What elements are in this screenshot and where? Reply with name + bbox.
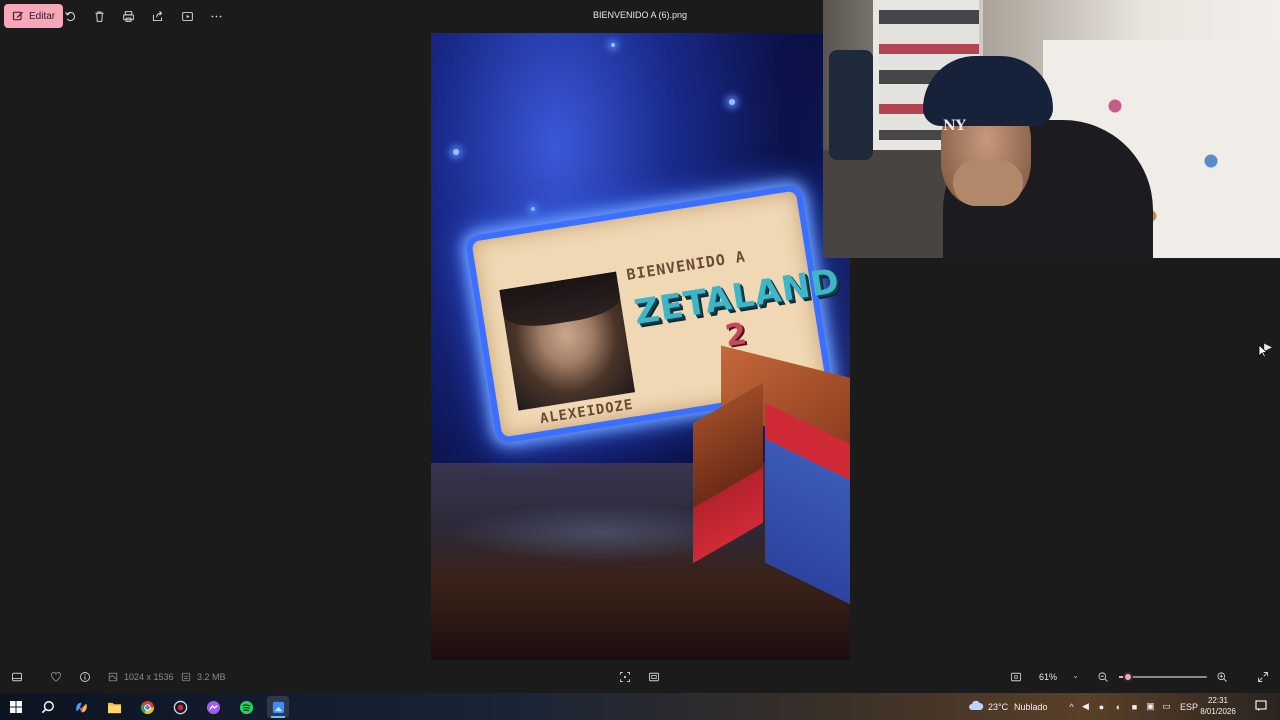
image-dimensions: 1024 x 1536	[124, 672, 174, 682]
more-options-button[interactable]	[206, 6, 226, 26]
fullscreen-button[interactable]	[1256, 670, 1270, 684]
info-icon	[80, 672, 90, 682]
taskbar-file-explorer[interactable]	[103, 696, 125, 718]
network-icon[interactable]: ▭	[1161, 701, 1172, 712]
volume-icon[interactable]: ◀	[1080, 701, 1091, 712]
tray-app-icon[interactable]: ●	[1096, 701, 1107, 712]
webcam-cap	[923, 56, 1053, 126]
tray-app-icon[interactable]: ■	[1129, 701, 1140, 712]
favorite-button[interactable]	[49, 670, 63, 684]
file-title: BIENVENIDO A (6).png	[592, 10, 688, 20]
zoom-level-dropdown[interactable]: 61% ⌄	[1033, 667, 1085, 687]
weather-temp[interactable]: 23°C	[988, 702, 1008, 712]
slideshow-icon	[181, 11, 193, 21]
webcam-bin	[829, 50, 873, 160]
taskbar-messenger[interactable]	[202, 696, 224, 718]
actual-size-icon	[1011, 672, 1021, 682]
webcam-overlay: NY	[823, 0, 1280, 258]
folder-icon	[107, 702, 121, 713]
status-bar: 1024 x 1536 3.2 MB 61% ⌄	[0, 661, 1280, 693]
image-spark	[729, 99, 735, 105]
rotate-button[interactable]	[60, 6, 80, 26]
displayed-image[interactable]: BIENVENIDO A ZETALAND 2 ALEXEIDOZE	[431, 33, 850, 660]
zoom-level: 61%	[1039, 672, 1058, 682]
zoom-slider-thumb[interactable]	[1122, 672, 1133, 682]
tray-app-icon[interactable]: ◐	[1113, 701, 1124, 712]
start-button[interactable]	[5, 696, 27, 718]
weather-condition[interactable]: Nublado	[1014, 702, 1048, 712]
slideshow-button[interactable]	[177, 6, 197, 26]
heart-icon	[51, 672, 61, 682]
trash-icon	[94, 11, 104, 22]
zoom-in-icon	[1217, 672, 1227, 682]
filmstrip-toggle[interactable]	[10, 670, 24, 684]
zoom-in-button[interactable]	[1215, 670, 1229, 684]
edit-icon	[12, 11, 23, 21]
circle-app-icon	[173, 700, 187, 714]
fit-to-window-button[interactable]	[618, 670, 632, 684]
search-button[interactable]	[37, 696, 59, 718]
clock-date: 8/01/2026	[1200, 707, 1236, 716]
clock-time: 22:31	[1207, 696, 1229, 705]
actual-size-button[interactable]	[1009, 670, 1023, 684]
chrome-icon	[140, 700, 154, 714]
image-spark	[531, 207, 535, 211]
chevron-down-icon: ⌄	[1072, 671, 1079, 680]
zoom-out-button[interactable]	[1096, 670, 1110, 684]
system-clock[interactable]: 22:31 8/01/2026	[1196, 695, 1240, 717]
zoom-slider[interactable]	[1119, 672, 1207, 682]
notification-icon	[1254, 699, 1267, 711]
delete-button[interactable]	[89, 6, 109, 26]
taskbar-spotify[interactable]	[235, 696, 257, 718]
edit-button[interactable]: Editar	[4, 4, 64, 28]
file-size-icon	[179, 670, 193, 684]
image-spark	[453, 149, 459, 155]
dimensions-icon	[106, 670, 120, 684]
filmstrip-icon	[12, 672, 22, 682]
webcam-cap-logo: NY	[943, 118, 966, 134]
notification-center[interactable]	[1254, 699, 1267, 712]
windows-taskbar: 23°C Nublado ^ ◀ ● ◐ ■ ▣ ▭ ESP 22:31 8/0…	[0, 693, 1280, 720]
minecraft-block	[693, 345, 850, 612]
photos-icon	[272, 701, 284, 713]
info-button[interactable]	[78, 670, 92, 684]
webcam-hand	[953, 160, 1023, 206]
crop-view-icon	[649, 672, 659, 682]
more-dots-icon	[211, 15, 221, 17]
crop-view-button[interactable]	[647, 670, 661, 684]
card-photo	[499, 271, 636, 411]
fit-window-icon	[620, 672, 630, 682]
taskbar-photos[interactable]	[267, 696, 289, 718]
taskbar-copilot[interactable]	[70, 696, 92, 718]
expand-icon	[1258, 672, 1268, 682]
chevron-up-icon[interactable]: ^	[1066, 701, 1077, 712]
rotate-icon	[64, 11, 75, 21]
spotify-icon	[239, 700, 253, 714]
share-icon	[152, 10, 162, 21]
cloud-icon	[969, 700, 984, 710]
taskbar-app[interactable]	[169, 696, 191, 718]
copilot-icon	[75, 702, 87, 712]
windows-logo-icon	[10, 701, 22, 713]
image-spark	[611, 43, 615, 47]
taskbar-chrome[interactable]	[136, 696, 158, 718]
print-button[interactable]	[118, 6, 138, 26]
tray-app-icon[interactable]: ▣	[1145, 701, 1156, 712]
mouse-cursor-icon	[1258, 344, 1268, 358]
messenger-icon	[206, 700, 220, 714]
edit-button-label: Editar	[29, 10, 56, 22]
share-button[interactable]	[147, 6, 167, 26]
zoom-out-icon	[1098, 672, 1108, 682]
printer-icon	[122, 10, 134, 22]
search-icon	[41, 701, 54, 714]
file-size: 3.2 MB	[197, 672, 226, 682]
